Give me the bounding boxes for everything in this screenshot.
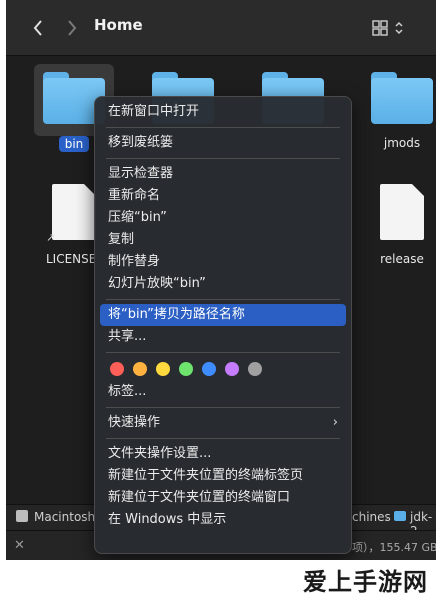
folder-icon [394,511,406,521]
disk-icon [16,510,28,522]
menu-separator [106,352,340,353]
tag-orange[interactable] [133,362,147,376]
updown-chevron-icon [395,21,403,35]
menu-separator [106,438,340,439]
menu-item[interactable]: 制作替身 [100,251,346,273]
tag-gray[interactable] [248,362,262,376]
menu-item[interactable]: 文件夹操作设置... [100,443,346,465]
close-icon[interactable]: ✕ [14,538,25,553]
menu-item[interactable]: 移到废纸篓 [100,132,346,154]
alias-arrow-icon: ↗ [46,231,56,244]
status-text: 项），155.47 GB [352,541,436,554]
chevron-right-icon [68,20,77,36]
menu-item[interactable]: 重新命名 [100,185,346,207]
menu-item-tags[interactable]: 标签... [100,381,346,403]
finder-window: Home bin jmods ↗ LICENSE release Macinto… [6,0,436,560]
menu-item[interactable]: 复制 [100,229,346,251]
view-options-button[interactable] [372,16,412,40]
item-label: release [380,252,424,266]
forward-button[interactable] [60,14,84,42]
document-icon [380,184,424,240]
tag-red[interactable] [110,362,124,376]
tag-yellow[interactable] [156,362,170,376]
watermark-text: 爱上手游网 [303,568,428,596]
menu-separator [106,299,340,300]
path-separator-icon: › [384,511,389,525]
menu-item[interactable]: 在新窗口中打开 [100,101,346,123]
path-segment[interactable]: Macintosh [34,510,95,524]
context-menu: 在新窗口中打开 移到废纸篓 显示检查器 重新命名 压缩“bin” 复制 制作替身… [94,96,352,554]
menu-item[interactable]: 新建位于文件夹位置的终端窗口 [100,487,346,509]
folder-icon [371,72,433,124]
tag-green[interactable] [179,362,193,376]
file-item[interactable]: release [362,184,436,266]
menu-item-highlighted[interactable]: 将“bin”拷贝为路径名称 [100,304,346,326]
document-icon: ↗ [46,184,96,244]
menu-item[interactable]: 显示检查器 [100,163,346,185]
tag-blue[interactable] [202,362,216,376]
menu-item-quick-actions[interactable]: 快速操作 › [100,412,346,434]
menu-item[interactable]: 共享... [100,326,346,348]
menu-separator [106,127,340,128]
item-label: jmods [383,136,421,150]
menu-separator [106,158,340,159]
folder-item[interactable]: jmods [362,72,436,150]
menu-separator [106,407,340,408]
window-title: Home [94,16,143,34]
tag-purple[interactable] [225,362,239,376]
back-button[interactable] [26,14,50,42]
grid-view-icon [372,20,388,36]
menu-item[interactable]: 压缩“bin” [100,207,346,229]
menu-item[interactable]: 在 Windows 中显示 [100,509,346,531]
menu-item-label: 快速操作 [108,415,161,430]
menu-item[interactable]: 新建位于文件夹位置的终端标签页 [100,465,346,487]
toolbar: Home [6,0,436,56]
item-label: bin [58,136,90,152]
chevron-right-icon: › [332,415,338,430]
tag-color-row [100,357,346,381]
menu-item[interactable]: 幻灯片放映“bin” [100,273,346,295]
chevron-left-icon [33,20,42,36]
